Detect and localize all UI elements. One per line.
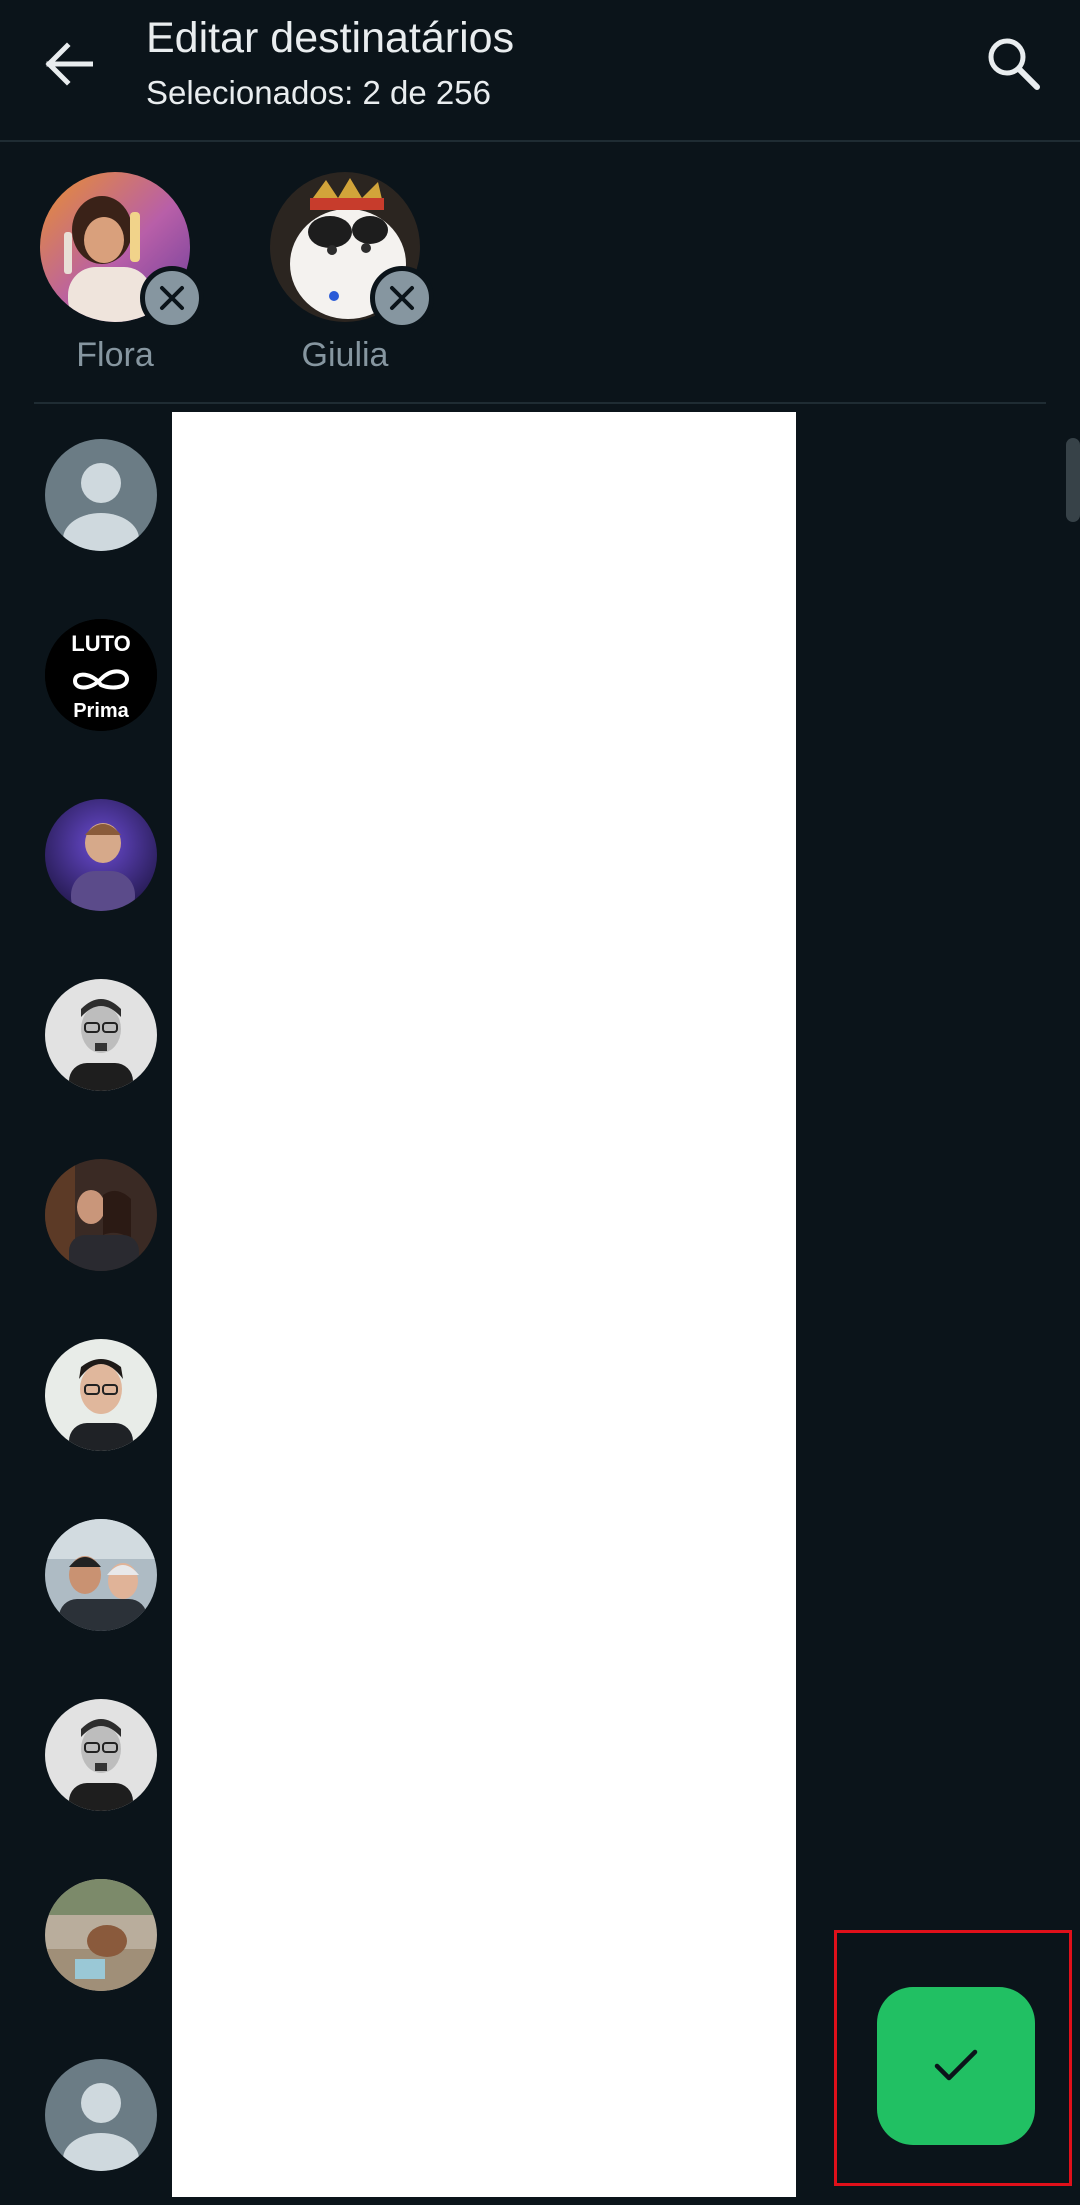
avatar — [45, 979, 157, 1091]
selected-recipient-giulia[interactable]: Giulia — [250, 172, 440, 392]
close-icon — [160, 286, 184, 310]
page-title: Editar destinatários — [146, 14, 515, 62]
confirm-button[interactable] — [877, 1987, 1035, 2145]
selected-recipient-flora[interactable]: Flora — [20, 172, 210, 392]
remove-recipient-button[interactable] — [140, 266, 204, 330]
avatar — [45, 1879, 157, 1991]
search-button[interactable] — [978, 28, 1048, 98]
redacted-contact-names — [172, 412, 796, 2197]
remove-recipient-button[interactable] — [370, 266, 434, 330]
avatar — [45, 1159, 157, 1271]
search-icon — [988, 38, 1040, 90]
selected-recipients: Flora Giulia — [0, 142, 1080, 404]
default-avatar-icon — [45, 439, 157, 551]
avatar — [45, 1699, 157, 1811]
recipient-name: Flora — [76, 336, 154, 374]
avatar — [45, 1519, 157, 1631]
selection-count: Selecionados: 2 de 256 — [146, 74, 491, 111]
avatar: LUTO Prima — [45, 619, 157, 731]
logo-text-luto: LUTO — [71, 631, 130, 656]
recipient-name: Giulia — [301, 336, 389, 374]
back-button[interactable] — [36, 32, 100, 96]
app-header: Editar destinatários Selecionados: 2 de … — [0, 0, 1080, 142]
avatar — [45, 799, 157, 911]
checkmark-icon — [934, 2049, 978, 2081]
scrollbar-thumb[interactable] — [1066, 438, 1080, 522]
divider — [34, 402, 1046, 404]
logo-text-prima: Prima — [73, 700, 129, 722]
default-avatar-icon — [45, 2059, 157, 2171]
avatar — [45, 1339, 157, 1451]
arrow-left-icon — [45, 42, 93, 86]
close-icon — [390, 286, 414, 310]
